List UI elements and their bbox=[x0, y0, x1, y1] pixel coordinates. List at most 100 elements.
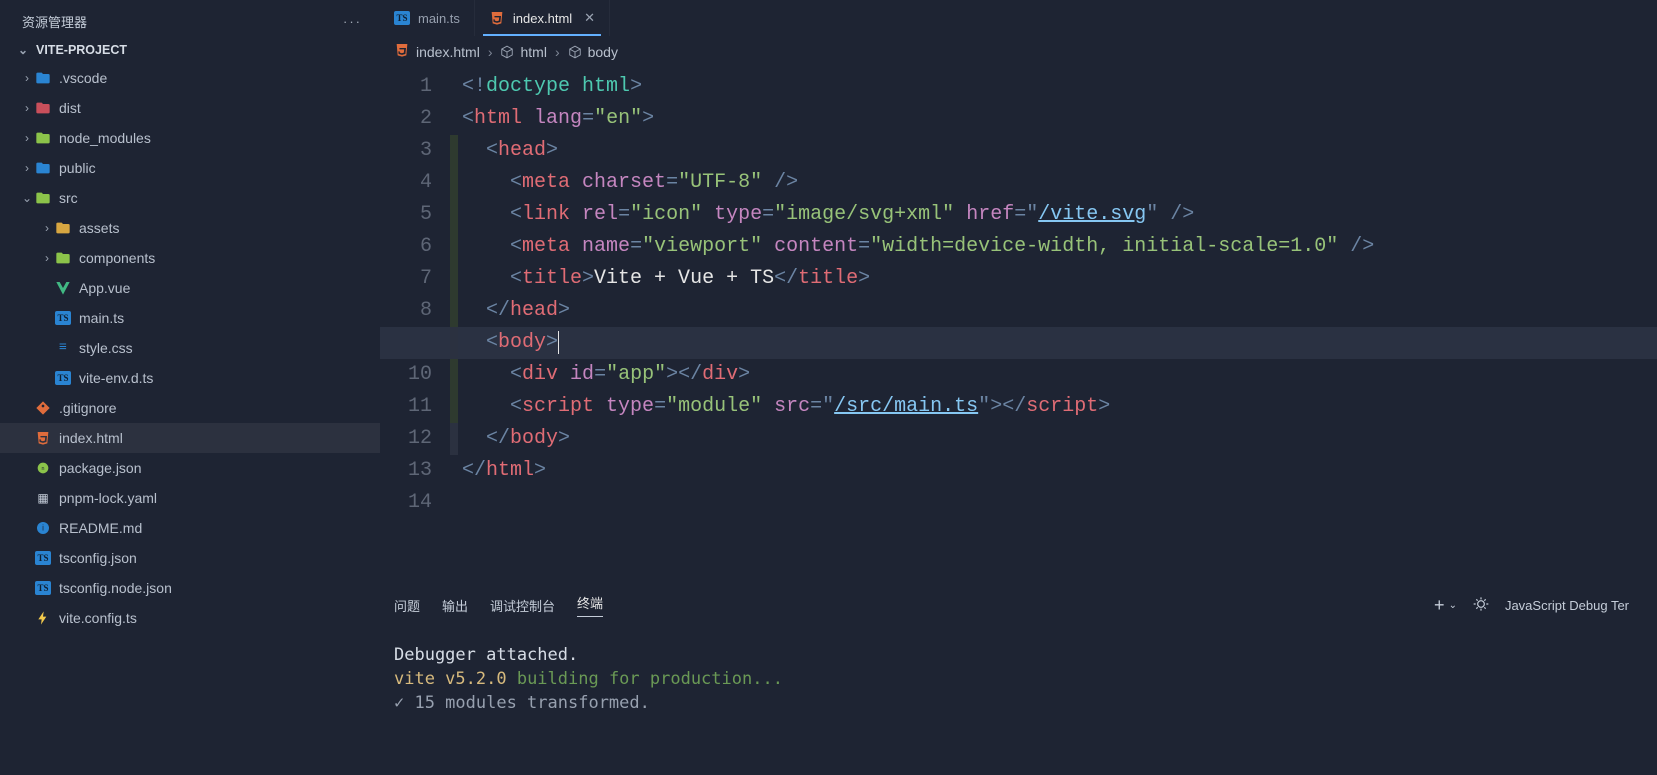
folder-item-dist[interactable]: ›dist bbox=[0, 93, 380, 123]
file-item-tsconfig-json[interactable]: TS tsconfig.json bbox=[0, 543, 380, 573]
tab-index-html[interactable]: index.html ✕ bbox=[475, 0, 610, 36]
folder-item-assets[interactable]: ›assets bbox=[0, 213, 380, 243]
panel-tab-终端[interactable]: 终端 bbox=[577, 587, 603, 624]
breadcrumb-item[interactable]: html bbox=[500, 44, 546, 60]
svg-text:i: i bbox=[42, 524, 44, 533]
file-item--gitignore[interactable]: .gitignore bbox=[0, 393, 380, 423]
chevron-icon: ⌄ bbox=[20, 191, 34, 205]
terminal-profile-label[interactable]: JavaScript Debug Ter bbox=[1505, 598, 1629, 613]
code-line[interactable]: <div id="app"></div> bbox=[450, 359, 1374, 391]
folder-icon bbox=[34, 159, 52, 177]
folder-item-components[interactable]: › components bbox=[0, 243, 380, 273]
code-line[interactable]: </html> bbox=[450, 455, 1374, 487]
tree-item-label: main.ts bbox=[79, 310, 124, 326]
tree-item-label: tsconfig.json bbox=[59, 550, 137, 566]
code-line[interactable]: <meta name="viewport" content="width=dev… bbox=[450, 231, 1374, 263]
tree-item-label: node_modules bbox=[59, 130, 151, 146]
tree-item-label: index.html bbox=[59, 430, 123, 446]
html-icon bbox=[34, 429, 52, 447]
explorer-more-icon[interactable]: ··· bbox=[343, 14, 362, 29]
chevron-icon: › bbox=[20, 131, 34, 145]
file-item-app-vue[interactable]: App.vue bbox=[0, 273, 380, 303]
code-line[interactable]: <html lang="en"> bbox=[450, 103, 1374, 135]
tab-main-ts[interactable]: TSmain.ts bbox=[380, 0, 475, 36]
file-item-vite-config-ts[interactable]: vite.config.ts bbox=[0, 603, 380, 633]
code-line[interactable]: <head> bbox=[450, 135, 1374, 167]
project-title: VITE-PROJECT bbox=[36, 43, 127, 57]
panel-tab-调试控制台[interactable]: 调试控制台 bbox=[490, 590, 555, 621]
tree-item-label: .vscode bbox=[59, 70, 107, 86]
panel-tab-输出[interactable]: 输出 bbox=[442, 590, 468, 621]
code-line[interactable] bbox=[450, 487, 1374, 519]
folder-item-src[interactable]: ⌄src bbox=[0, 183, 380, 213]
debug-icon[interactable] bbox=[1473, 596, 1489, 615]
tree-item-label: .gitignore bbox=[59, 400, 117, 416]
file-item-vite-env-d-ts[interactable]: TSvite-env.d.ts bbox=[0, 363, 380, 393]
breadcrumb-item[interactable]: index.html bbox=[394, 42, 480, 61]
code-line[interactable]: <!doctype html> bbox=[450, 71, 1374, 103]
code-line[interactable]: <meta charset="UTF-8" /> bbox=[450, 167, 1374, 199]
file-tree: ›.vscode›dist›node_modules›public⌄src›as… bbox=[0, 61, 380, 635]
tree-item-label: package.json bbox=[59, 460, 142, 476]
git-icon bbox=[34, 399, 52, 417]
close-icon[interactable]: ✕ bbox=[584, 10, 595, 26]
folder-item-node-modules[interactable]: › node_modules bbox=[0, 123, 380, 153]
code-line[interactable]: <link rel="icon" type="image/svg+xml" hr… bbox=[450, 199, 1374, 231]
tree-item-label: dist bbox=[59, 100, 81, 116]
html-icon bbox=[489, 10, 505, 26]
file-item-style-css[interactable]: ≡style.css bbox=[0, 333, 380, 363]
code-line[interactable]: </body> bbox=[450, 423, 1374, 455]
chevron-down-icon: ⌄ bbox=[16, 43, 30, 57]
breadcrumb-item[interactable]: body bbox=[568, 44, 618, 60]
ts-icon: TS bbox=[54, 369, 72, 387]
editor-area: TSmain.ts index.html ✕ index.html › html › bod… bbox=[380, 0, 1657, 775]
breadcrumb-separator: › bbox=[488, 44, 493, 60]
file-item-package-json[interactable]: n package.json bbox=[0, 453, 380, 483]
project-title-row[interactable]: ⌄ VITE-PROJECT bbox=[0, 39, 380, 61]
folder-item--vscode[interactable]: ›.vscode bbox=[0, 63, 380, 93]
folder-icon bbox=[54, 219, 72, 237]
code-line[interactable]: <script type="module" src="/src/main.ts"… bbox=[450, 391, 1374, 423]
tsconf-icon: TS bbox=[34, 579, 52, 597]
tree-item-label: pnpm-lock.yaml bbox=[59, 490, 157, 506]
terminal-output[interactable]: Debugger attached.vite v5.2.0 building f… bbox=[380, 623, 1647, 715]
cube-icon bbox=[500, 45, 514, 59]
plus-icon: + bbox=[1434, 595, 1445, 616]
explorer-sidebar: 资源管理器 ··· ⌄ VITE-PROJECT ›.vscode›dist›n… bbox=[0, 0, 380, 775]
ts-icon: TS bbox=[54, 309, 72, 327]
breadcrumb-label: body bbox=[588, 44, 618, 60]
folder-icon bbox=[54, 249, 72, 267]
breadcrumb-label: index.html bbox=[416, 44, 480, 60]
panel-tab-问题[interactable]: 问题 bbox=[394, 590, 420, 621]
panel-tabs: 问题输出调试控制台终端 + ⌄ JavaScript Debug Ter bbox=[380, 587, 1647, 623]
css-icon: ≡ bbox=[54, 339, 72, 357]
code-line[interactable]: <title>Vite + Vue + TS</title> bbox=[450, 263, 1374, 295]
tree-item-label: App.vue bbox=[79, 280, 130, 296]
file-item-tsconfig-node-json[interactable]: TS tsconfig.node.json bbox=[0, 573, 380, 603]
info-icon: i bbox=[34, 519, 52, 537]
vite-icon bbox=[34, 609, 52, 627]
new-terminal-button[interactable]: + ⌄ bbox=[1434, 595, 1457, 616]
file-item-main-ts[interactable]: TS main.ts bbox=[0, 303, 380, 333]
code-line[interactable]: </head> bbox=[450, 295, 1374, 327]
file-item-readme-md[interactable]: iREADME.md bbox=[0, 513, 380, 543]
chevron-down-icon: ⌄ bbox=[1449, 600, 1457, 611]
chevron-icon: › bbox=[40, 251, 54, 265]
folder-item-public[interactable]: ›public bbox=[0, 153, 380, 183]
breadcrumb-separator: › bbox=[555, 44, 560, 60]
tree-item-label: vite.config.ts bbox=[59, 610, 137, 626]
tree-item-label: components bbox=[79, 250, 155, 266]
cube-icon bbox=[568, 45, 582, 59]
bottom-panel: 问题输出调试控制台终端 + ⌄ JavaScript Debug Ter Deb… bbox=[380, 587, 1657, 715]
code-lines[interactable]: <!doctype html><html lang="en"><head><me… bbox=[450, 67, 1374, 587]
npm-icon: n bbox=[34, 459, 52, 477]
tab-label: main.ts bbox=[418, 11, 460, 26]
folder-icon bbox=[34, 129, 52, 147]
tree-item-label: tsconfig.node.json bbox=[59, 580, 172, 596]
tsconf-icon: TS bbox=[34, 549, 52, 567]
code-editor[interactable]: 1234567891011121314 <!doctype html><html… bbox=[380, 67, 1657, 587]
file-item-index-html[interactable]: index.html bbox=[0, 423, 380, 453]
tab-label: index.html bbox=[513, 11, 572, 26]
file-item-pnpm-lock-yaml[interactable]: ▦pnpm-lock.yaml bbox=[0, 483, 380, 513]
terminal-line: Debugger attached. bbox=[394, 643, 1633, 667]
